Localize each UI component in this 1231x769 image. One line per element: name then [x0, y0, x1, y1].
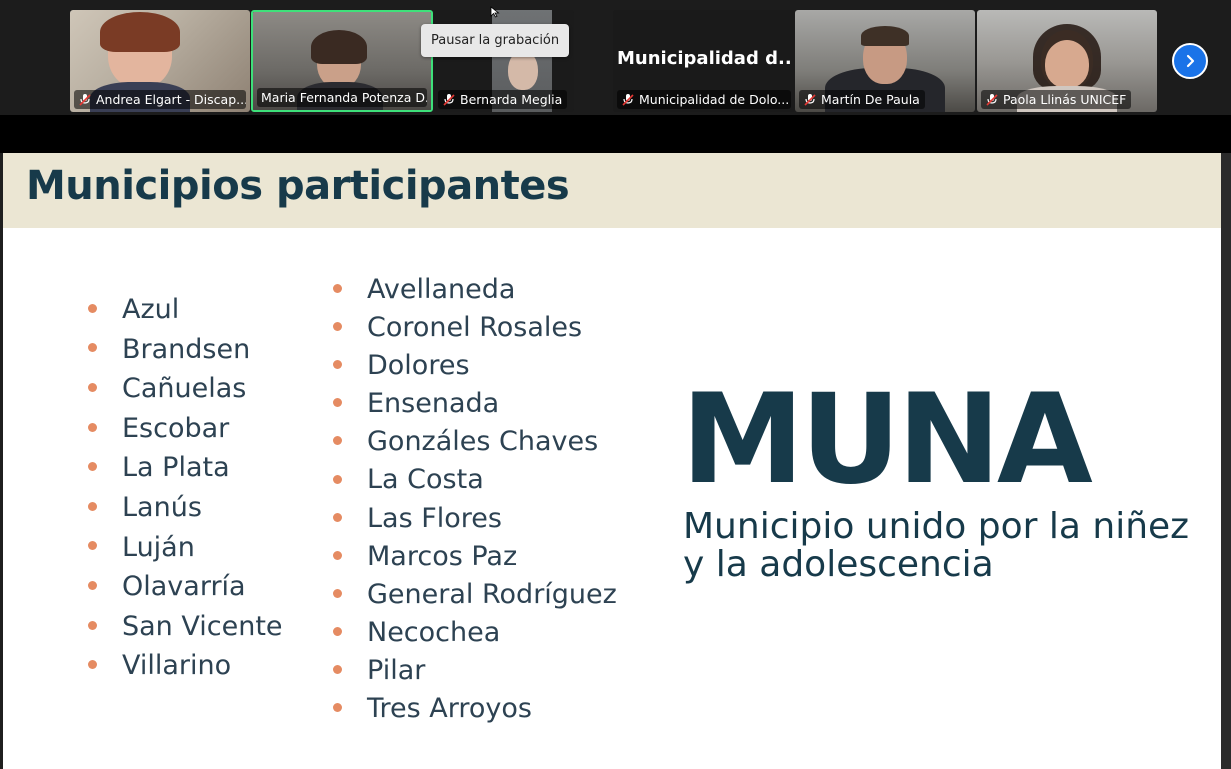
list-item: Avellaneda [333, 271, 617, 309]
participant-name-label: Municipalidad de Dolo... [617, 90, 791, 109]
participant-name: Martín De Paula [821, 92, 920, 107]
bullet-icon [88, 501, 97, 511]
participant-name: Maria Fernanda Potenza D... [261, 90, 427, 105]
list-item: General Rodríguez [333, 576, 617, 614]
municipios-list-left: Azul Brandsen Cañuelas Escobar La Plata … [88, 290, 283, 686]
list-item: Necochea [333, 614, 617, 652]
window-edge [1221, 153, 1231, 769]
muna-logo: MUNA [681, 368, 1093, 512]
municipios-list-right: Avellaneda Coronel Rosales Dolores Ensen… [333, 271, 617, 728]
list-item: Dolores [333, 347, 617, 385]
bullet-icon [333, 550, 342, 560]
list-item: La Plata [88, 448, 283, 488]
tagline-line: y la adolescencia [683, 544, 994, 585]
bullet-icon [333, 360, 342, 370]
list-item: Villarino [88, 646, 283, 686]
bullet-icon [88, 422, 97, 432]
list-item: Coronel Rosales [333, 309, 617, 347]
list-item: Brandsen [88, 330, 283, 370]
list-item: Pilar [333, 652, 617, 690]
bullet-icon [88, 620, 97, 630]
participant-tile-martin[interactable]: Martín De Paula [795, 10, 975, 112]
screen-share-border [0, 115, 1231, 153]
pause-recording-tooltip: Pausar la grabación [421, 24, 570, 57]
list-item: San Vicente [88, 607, 283, 647]
list-item: Ensenada [333, 385, 617, 423]
participant-name: Andrea Elgart - Discap... [96, 92, 246, 107]
participant-name: Bernarda Meglia [460, 92, 563, 107]
mic-muted-icon [621, 93, 635, 107]
participant-name: Paola Llinás UNICEF [1003, 92, 1127, 107]
bullet-icon [333, 512, 342, 522]
bullet-icon [88, 382, 97, 392]
mic-muted-icon [78, 93, 92, 107]
list-item: Luján [88, 528, 283, 568]
chevron-right-icon [1186, 54, 1195, 68]
participant-name-label: Andrea Elgart - Discap... [74, 90, 246, 109]
participant-tile-maria-fernanda[interactable]: Maria Fernanda Potenza D... [251, 10, 433, 112]
list-item: Azul [88, 290, 283, 330]
participant-name: Municipalidad de Dolo... [639, 92, 790, 107]
slide-header: Municipios participantes [3, 153, 1221, 228]
bullet-icon [333, 284, 342, 294]
bullet-icon [333, 436, 342, 446]
list-item: Escobar [88, 409, 283, 449]
shared-slide: Municipios participantes Azul Brandsen C… [3, 153, 1221, 769]
bullet-icon [333, 664, 342, 674]
participant-name-label: Bernarda Meglia [438, 90, 568, 109]
bullet-icon [333, 322, 342, 332]
participant-tile-paola[interactable]: Paola Llinás UNICEF [977, 10, 1157, 112]
bullet-icon [88, 462, 97, 472]
bullet-icon [88, 343, 97, 353]
list-item: Cañuelas [88, 369, 283, 409]
bullet-icon [333, 703, 342, 713]
tagline-line: Municipio unido por la niñez [683, 506, 1190, 547]
bullet-icon [333, 588, 342, 598]
slide-title: Municipios participantes [26, 163, 570, 209]
bullet-icon [88, 580, 97, 590]
participant-display-name: Municipalidad d... [617, 48, 791, 69]
list-item: Olavarría [88, 567, 283, 607]
list-item: Gonzáles Chaves [333, 423, 617, 461]
bullet-icon [88, 303, 97, 313]
muna-tagline: Municipio unido por la niñez y la adoles… [683, 508, 1189, 584]
bullet-icon [333, 398, 342, 408]
bullet-icon [88, 660, 97, 670]
mic-muted-icon [442, 93, 456, 107]
participant-name-label: Maria Fernanda Potenza D... [257, 88, 427, 107]
bullet-icon [333, 474, 342, 484]
participant-name-label: Martín De Paula [799, 90, 925, 109]
bullet-icon [88, 541, 97, 551]
list-item: Marcos Paz [333, 538, 617, 576]
mic-muted-icon [803, 93, 817, 107]
participant-tile-municipalidad[interactable]: Municipalidad d... Municipalidad de Dolo… [613, 10, 795, 112]
list-item: Tres Arroyos [333, 690, 617, 728]
list-item: Lanús [88, 488, 283, 528]
mouse-cursor-icon [490, 6, 500, 18]
mic-muted-icon [985, 93, 999, 107]
participant-strip: Andrea Elgart - Discap... Maria Fernanda… [0, 0, 1231, 115]
participant-name-label: Paola Llinás UNICEF [981, 90, 1132, 109]
next-participants-button[interactable] [1172, 43, 1208, 79]
bullet-icon [333, 626, 342, 636]
list-item: La Costa [333, 461, 617, 499]
participant-tile-andrea[interactable]: Andrea Elgart - Discap... [70, 10, 250, 112]
list-item: Las Flores [333, 500, 617, 538]
